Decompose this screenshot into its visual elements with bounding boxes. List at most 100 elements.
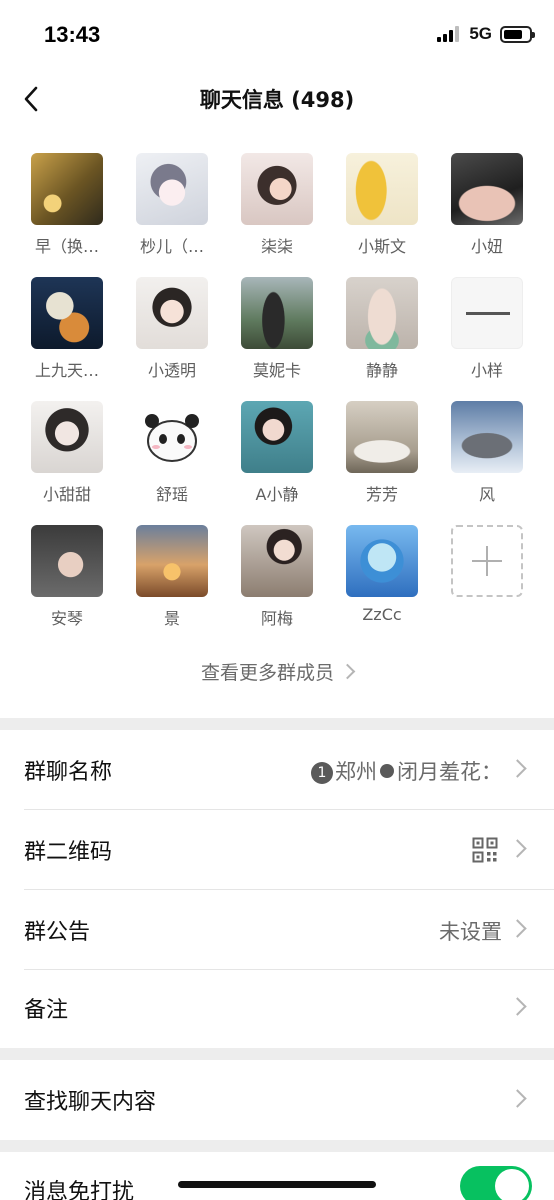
member-name: 小透明	[147, 361, 196, 380]
search-history-row[interactable]: 查找聊天内容	[0, 1060, 554, 1140]
chevron-right-icon	[508, 1089, 527, 1108]
home-indicator	[178, 1181, 376, 1188]
member-avatar	[346, 277, 418, 349]
member-item[interactable]: 柒柒	[227, 153, 327, 263]
member-avatar	[31, 401, 103, 473]
member-avatar	[241, 525, 313, 597]
member-name: 杪儿（…	[139, 237, 204, 256]
member-item[interactable]: 上九天…	[17, 277, 117, 387]
member-item[interactable]: 安琴	[17, 525, 117, 635]
member-name: 静静	[365, 361, 398, 380]
chevron-right-icon	[508, 759, 527, 778]
member-avatar	[136, 525, 208, 597]
member-avatar	[136, 153, 208, 225]
mute-toggle[interactable]	[460, 1166, 532, 1200]
member-avatar	[241, 401, 313, 473]
member-item[interactable]: 风	[437, 401, 537, 511]
member-avatar	[31, 277, 103, 349]
toggle-knob	[495, 1169, 529, 1200]
nav-bar: 聊天信息 (498)	[0, 68, 554, 130]
chevron-right-icon	[508, 997, 527, 1016]
member-avatar	[346, 401, 418, 473]
settings-section-group: 群聊名称 1 郑州 闭月羞花： 群二维码 群公告 未设置 备注	[0, 730, 554, 1048]
member-name: ZzCc	[362, 605, 402, 624]
member-item[interactable]: 小斯文	[332, 153, 432, 263]
member-item[interactable]: 小甜甜	[17, 401, 117, 511]
member-name: 舒瑶	[155, 485, 188, 504]
member-item[interactable]: ZzCc	[332, 525, 432, 635]
member-name: 小甜甜	[42, 485, 91, 504]
add-member-button[interactable]	[437, 525, 537, 635]
member-avatar	[136, 401, 208, 473]
member-avatar	[451, 401, 523, 473]
member-avatar	[31, 153, 103, 225]
view-more-members-link[interactable]: 查看更多群成员	[0, 658, 554, 685]
member-item[interactable]: 舒瑶	[122, 401, 222, 511]
group-name-part-b: 闭月羞花：	[397, 760, 502, 784]
member-name: 早（换…	[34, 237, 99, 256]
member-name: 小斯文	[357, 237, 406, 256]
member-item[interactable]: 小透明	[122, 277, 222, 387]
page-title: 聊天信息 (498)	[199, 88, 355, 112]
number-badge: 1	[311, 762, 333, 784]
announcement-row[interactable]: 群公告 未设置	[0, 890, 554, 970]
status-time: 13:43	[44, 22, 101, 47]
member-name: 芳芳	[365, 485, 398, 504]
mute-row: 消息免打扰	[0, 1152, 554, 1200]
group-name-value: 1 郑州 闭月羞花：	[311, 756, 502, 786]
member-name: 安琴	[50, 609, 83, 628]
battery-icon	[500, 25, 535, 43]
group-name-label: 群聊名称	[24, 760, 113, 785]
member-avatar	[136, 277, 208, 349]
view-more-members-label: 查看更多群成员	[200, 662, 334, 684]
settings-section-notifications: 消息免打扰	[0, 1152, 554, 1200]
member-name: 柒柒	[260, 237, 293, 256]
member-avatar	[241, 153, 313, 225]
remark-label: 备注	[24, 998, 69, 1023]
search-history-label: 查找聊天内容	[24, 1090, 157, 1115]
member-name: 风	[478, 485, 495, 504]
members-panel: 早（换… 杪儿（… 柒柒 小斯文 小妞 上九天… 小透明 莫妮卡 静静 小样 小…	[0, 130, 554, 718]
member-item[interactable]: 莫妮卡	[227, 277, 327, 387]
group-name-part-a: 郑州	[335, 760, 377, 784]
member-avatar	[346, 525, 418, 597]
member-name: 莫妮卡	[252, 361, 301, 380]
panda-icon	[145, 414, 199, 462]
chevron-right-icon	[508, 919, 527, 938]
remark-row[interactable]: 备注	[0, 968, 554, 1048]
member-avatar	[346, 153, 418, 225]
chevron-right-icon	[339, 663, 356, 680]
member-name: A小静	[255, 485, 299, 504]
member-item[interactable]: 小样	[437, 277, 537, 387]
member-item[interactable]: 阿梅	[227, 525, 327, 635]
member-avatar	[241, 277, 313, 349]
member-item[interactable]: 早（换…	[17, 153, 117, 263]
member-item[interactable]: A小静	[227, 401, 327, 511]
qr-code-icon	[472, 837, 498, 863]
announcement-value: 未设置	[439, 920, 502, 944]
qr-code-label: 群二维码	[24, 840, 113, 865]
group-name-row[interactable]: 群聊名称 1 郑州 闭月羞花：	[0, 730, 554, 810]
member-item[interactable]: 景	[122, 525, 222, 635]
member-item[interactable]: 杪儿（…	[122, 153, 222, 263]
member-avatar	[31, 525, 103, 597]
member-name: 阿梅	[260, 609, 293, 628]
plus-icon	[451, 525, 523, 597]
member-avatar	[451, 277, 523, 349]
dot-icon	[380, 764, 394, 778]
member-avatar	[451, 153, 523, 225]
member-item[interactable]: 芳芳	[332, 401, 432, 511]
chevron-right-icon	[508, 839, 527, 858]
member-item[interactable]: 小妞	[437, 153, 537, 263]
member-name: 上九天…	[34, 361, 99, 380]
announcement-label: 群公告	[24, 920, 91, 945]
member-name: 小样	[470, 361, 503, 380]
signal-icon	[437, 26, 461, 42]
qr-code-row[interactable]: 群二维码	[0, 810, 554, 890]
status-bar: 13:43 5G	[0, 0, 554, 68]
network-type: 5G	[469, 24, 492, 43]
status-indicators: 5G	[437, 24, 535, 44]
text-logo-icon	[466, 312, 510, 315]
member-item[interactable]: 静静	[332, 277, 432, 387]
settings-section-search: 查找聊天内容	[0, 1060, 554, 1140]
